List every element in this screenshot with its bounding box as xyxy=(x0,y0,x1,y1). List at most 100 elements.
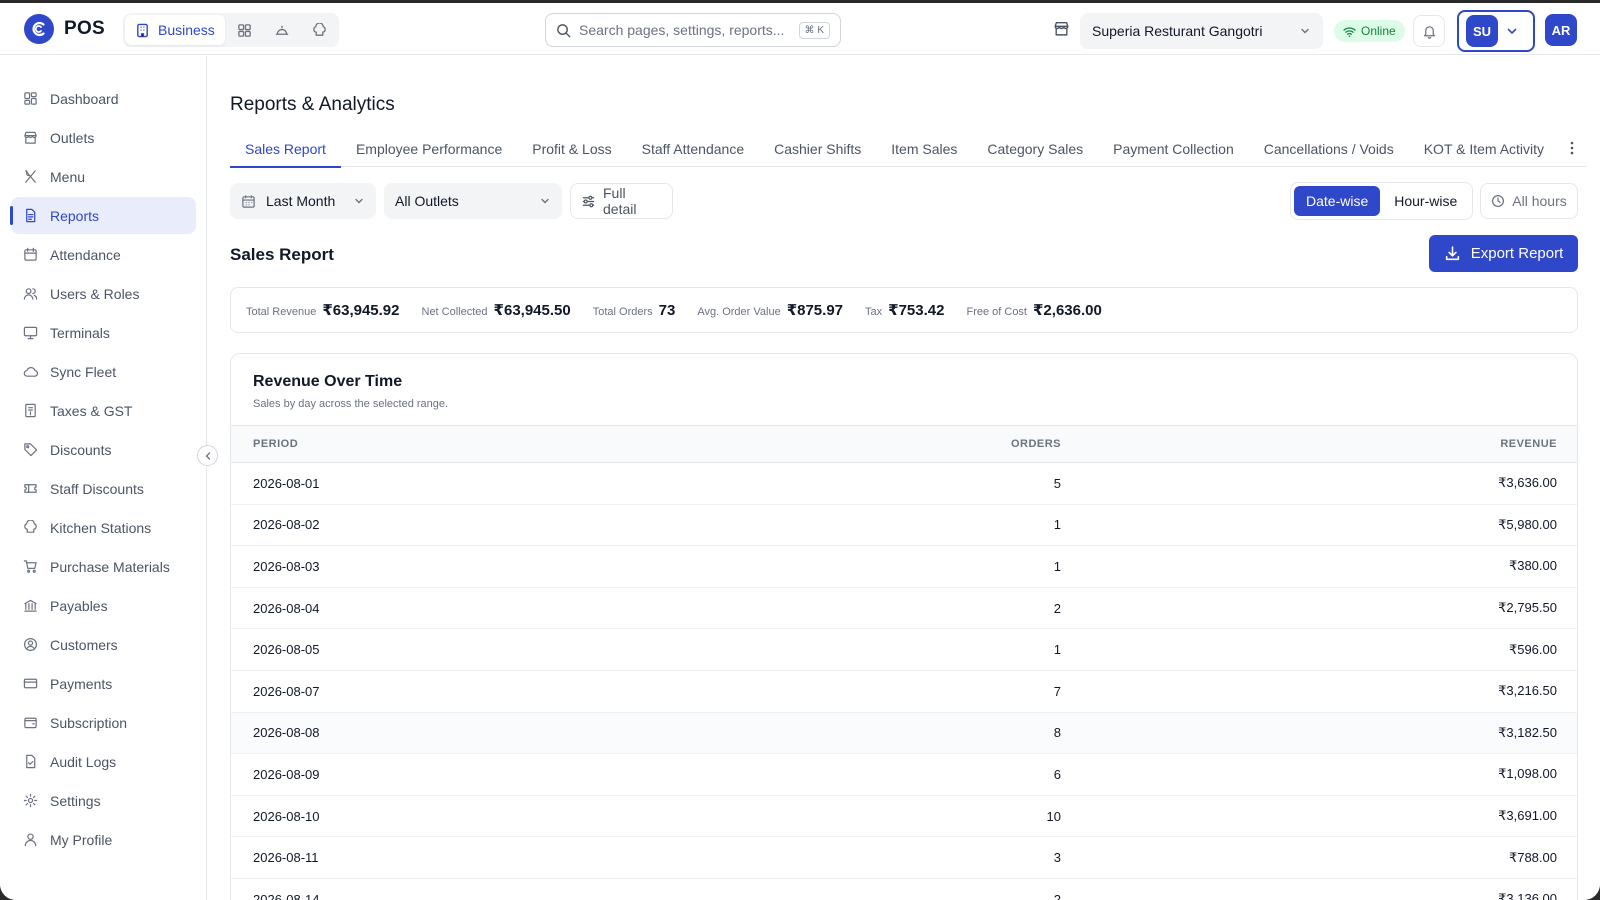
service-mode-button[interactable] xyxy=(264,15,300,45)
column-header-orders[interactable]: ORDERS xyxy=(761,438,1061,450)
cell-orders: 2 xyxy=(1053,891,1061,900)
sidebar-item-label: Dashboard xyxy=(50,90,119,107)
notifications-button[interactable] xyxy=(1413,15,1445,47)
user-circle-icon xyxy=(23,637,38,652)
sidebar-item-subscription[interactable]: Subscription xyxy=(11,704,196,741)
main-content: Reports & Analytics Sales Report Employee… xyxy=(208,68,1600,900)
stat-value: ₹753.42 xyxy=(888,302,945,319)
outlet-filter-select[interactable]: All Outlets xyxy=(384,183,562,219)
dashboard-icon xyxy=(23,91,38,106)
table-row[interactable]: 2026-08-05 1 ₹596.00 xyxy=(231,629,1577,671)
column-header-revenue[interactable]: REVENUE xyxy=(1061,438,1557,450)
grid-mode-button[interactable] xyxy=(227,15,262,45)
column-header-period[interactable]: PERIOD xyxy=(231,438,761,450)
chevron-left-icon xyxy=(203,451,213,461)
stat-tax: Tax ₹753.42 xyxy=(865,301,944,319)
table-row[interactable]: 2026-08-10 10 ₹3,691.00 xyxy=(231,796,1577,838)
tab-employee-performance[interactable]: Employee Performance xyxy=(341,131,517,167)
export-report-button[interactable]: Export Report xyxy=(1429,235,1578,272)
hour-wise-toggle[interactable]: Hour-wise xyxy=(1382,186,1469,216)
table-row[interactable]: 2026-08-09 6 ₹1,098.00 xyxy=(231,754,1577,796)
full-detail-button[interactable]: Full detail xyxy=(570,183,673,219)
users-icon xyxy=(23,286,38,301)
tab-cancellations-voids[interactable]: Cancellations / Voids xyxy=(1249,131,1409,167)
tab-kot-item-activity[interactable]: KOT & Item Activity xyxy=(1409,131,1559,167)
table-row[interactable]: 2026-08-04 2 ₹2,795.50 xyxy=(231,588,1577,630)
grid-icon xyxy=(237,23,252,38)
sidebar-item-discounts[interactable]: Discounts xyxy=(11,431,196,468)
sidebar-item-payables[interactable]: Payables xyxy=(11,587,196,624)
table-row[interactable]: 2026-08-02 1 ₹5,980.00 xyxy=(231,505,1577,547)
sidebar-item-settings[interactable]: Settings xyxy=(11,782,196,819)
sidebar-item-label: Discounts xyxy=(50,441,112,458)
table-header: PERIOD ORDERS REVENUE xyxy=(231,425,1577,463)
view-toggle: Date-wise Hour-wise xyxy=(1290,182,1474,220)
tab-staff-attendance[interactable]: Staff Attendance xyxy=(627,131,760,167)
table-row[interactable]: 2026-08-08 8 ₹3,182.50 xyxy=(231,712,1577,755)
hours-filter-button[interactable]: All hours xyxy=(1480,183,1578,219)
sidebar-item-audit-logs[interactable]: Audit Logs xyxy=(11,743,196,780)
sidebar-item-my-profile[interactable]: My Profile xyxy=(11,821,196,858)
date-range-select[interactable]: Last Month xyxy=(230,183,376,219)
stat-total-orders: Total Orders 73 xyxy=(593,302,676,319)
sidebar-item-terminals[interactable]: Terminals xyxy=(11,314,196,351)
tab-payment-collection[interactable]: Payment Collection xyxy=(1098,131,1249,167)
tab-sales-report[interactable]: Sales Report xyxy=(230,131,341,168)
sidebar-item-label: Audit Logs xyxy=(50,753,117,770)
tab-profit-loss[interactable]: Profit & Loss xyxy=(517,131,626,167)
sidebar-item-attendance[interactable]: Attendance xyxy=(11,236,196,273)
sidebar-item-label: Purchase Materials xyxy=(50,558,170,575)
monitor-icon xyxy=(23,325,38,340)
app-name: POS xyxy=(64,18,106,39)
chevron-down-icon xyxy=(1506,25,1518,37)
tab-item-sales[interactable]: Item Sales xyxy=(876,131,972,167)
table-row[interactable]: 2026-08-07 7 ₹3,216.50 xyxy=(231,671,1577,713)
sidebar-item-customers[interactable]: Customers xyxy=(11,626,196,663)
profile-avatar[interactable]: AR xyxy=(1545,14,1577,46)
sidebar-item-staff-discounts[interactable]: Staff Discounts xyxy=(11,470,196,507)
cell-revenue: ₹5,980.00 xyxy=(1498,516,1557,532)
sidebar-item-label: Payables xyxy=(50,597,108,614)
outlet-filter-value: All Outlets xyxy=(395,193,459,209)
card-subtitle: Sales by day across the selected range. xyxy=(253,398,449,410)
sidebar-item-label: Menu xyxy=(50,168,86,185)
tab-category-sales[interactable]: Category Sales xyxy=(972,131,1098,167)
sidebar-item-sync-fleet[interactable]: Sync Fleet xyxy=(11,353,196,390)
sidebar-item-dashboard[interactable]: Dashboard xyxy=(11,80,196,117)
stat-value: 73 xyxy=(658,301,676,319)
cell-orders: 3 xyxy=(1053,850,1061,866)
sidebar-item-reports[interactable]: Reports xyxy=(10,197,196,234)
sidebar-item-purchase-materials[interactable]: Purchase Materials xyxy=(11,548,196,585)
table-row[interactable]: 2026-08-14 2 ₹3,136.00 xyxy=(231,879,1577,900)
sidebar-item-menu[interactable]: Menu xyxy=(11,158,196,195)
table-row[interactable]: 2026-08-03 1 ₹380.00 xyxy=(231,546,1577,588)
building-icon xyxy=(135,23,150,38)
cell-revenue: ₹788.00 xyxy=(1508,849,1557,865)
ticket-icon xyxy=(23,481,38,496)
logo[interactable]: POS xyxy=(24,14,105,44)
stat-value: ₹875.97 xyxy=(786,302,844,319)
table-body: 2026-08-01 5 ₹3,636.00 2026-08-02 1 ₹5,980.00… xyxy=(231,463,1577,900)
global-search[interactable]: Search pages, settings, reports... ⌘ K xyxy=(545,13,841,47)
kitchen-mode-button[interactable] xyxy=(302,15,337,45)
business-mode-button[interactable]: Business xyxy=(125,15,225,45)
outlet-selector[interactable]: Superia Resturant Gangotri xyxy=(1080,13,1323,49)
sidebar-item-taxes-gst[interactable]: Taxes & GST xyxy=(11,392,196,429)
sidebar-item-kitchen-stations[interactable]: Kitchen Stations xyxy=(11,509,196,546)
tab-cashier-shifts[interactable]: Cashier Shifts xyxy=(759,131,876,167)
cell-orders: 1 xyxy=(1053,642,1061,658)
table-row[interactable]: 2026-08-01 5 ₹3,636.00 xyxy=(231,463,1577,505)
chevron-down-icon xyxy=(539,195,551,207)
date-wise-toggle[interactable]: Date-wise xyxy=(1294,186,1381,216)
cell-revenue: ₹3,691.00 xyxy=(1498,808,1557,824)
sidebar-item-outlets[interactable]: Outlets xyxy=(11,119,196,156)
cell-period: 2026-08-04 xyxy=(253,600,320,616)
more-tabs-icon[interactable] xyxy=(1564,139,1580,157)
stat-label: Tax xyxy=(865,306,883,318)
card-icon xyxy=(23,676,38,691)
collapse-sidebar-button[interactable] xyxy=(197,445,218,466)
user-switcher[interactable]: SU xyxy=(1457,10,1535,52)
table-row[interactable]: 2026-08-11 3 ₹788.00 xyxy=(231,837,1577,879)
sidebar-item-payments[interactable]: Payments xyxy=(11,665,196,702)
sidebar-item-users-roles[interactable]: Users & Roles xyxy=(11,275,196,312)
